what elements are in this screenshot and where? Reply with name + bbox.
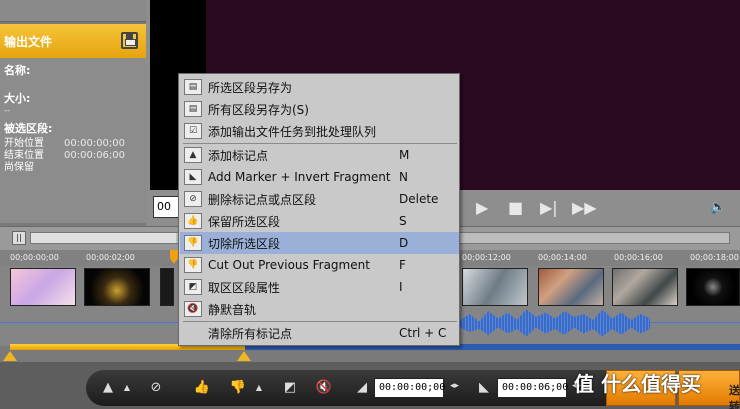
menu-item-delete-marker[interactable]: ⊘ 删除标记点或点区段 Delete <box>180 188 459 210</box>
properties-icon[interactable]: ◩ <box>278 377 302 399</box>
dropdown-arrow-icon[interactable]: ▲ <box>120 377 134 399</box>
clip-thumbnail <box>160 268 174 306</box>
save-all-icon: ▤ <box>184 101 202 117</box>
menu-item-label: 取区区段属性 <box>208 280 281 295</box>
clip-thumbnail <box>686 268 740 306</box>
context-menu: ▤ 所选区段另存为 ▤ 所有区段另存为(S) ☑ 添加输出文件任务到批处理队列 … <box>178 73 460 346</box>
menu-item-shortcut: F <box>399 258 406 272</box>
add-marker-icon[interactable]: ▲ <box>96 377 120 399</box>
menu-item-shortcut: D <box>399 236 409 250</box>
cut-previous-icon: 👎 <box>184 257 202 273</box>
size-value: -- <box>4 106 11 116</box>
menu-item-shortcut: M <box>399 148 410 162</box>
clip-thumbnail <box>462 268 528 306</box>
left-panel-top <box>0 0 146 22</box>
save-icon[interactable] <box>121 32 138 49</box>
menu-item-shortcut: I <box>399 280 403 294</box>
menu-item-batch-queue[interactable]: ☑ 添加输出文件任务到批处理队列 <box>180 120 459 142</box>
menu-item-properties[interactable]: ◩ 取区区段属性 I <box>180 276 459 298</box>
thumbs-down-icon[interactable]: 👎 <box>226 377 250 399</box>
next-marker-icon[interactable]: ▶▶ <box>572 198 597 217</box>
delete-marker-icon[interactable]: ⊘ <box>144 377 168 399</box>
start-marker[interactable] <box>3 351 17 361</box>
save-selection-icon: ▤ <box>184 79 202 95</box>
play-icon[interactable]: ▶ <box>476 198 488 217</box>
stop-icon[interactable]: ■ <box>508 198 523 217</box>
menu-item-shortcut: N <box>399 170 408 184</box>
menu-item-save-selection[interactable]: ▤ 所选区段另存为 <box>180 76 459 98</box>
scrollbar-thumb[interactable] <box>31 233 176 243</box>
next-frame-icon[interactable]: ▶| <box>540 198 558 217</box>
menu-item-label: 切除所选区段 <box>208 236 281 251</box>
ruler-tick: 00;00:02;00 <box>86 253 135 262</box>
ruler-tick: 00;00:14;00 <box>538 253 587 262</box>
menu-item-shortcut: S <box>399 214 407 228</box>
menu-item-cut-previous[interactable]: 👎 Cut Out Previous Fragment F <box>180 254 459 276</box>
end-label: 结束位置 <box>4 150 44 161</box>
volume-icon[interactable]: 🔈 <box>710 200 726 215</box>
end-time-field[interactable]: 00:00:06;00 <box>497 378 568 398</box>
go-end-icon[interactable]: ◣ <box>472 377 496 399</box>
menu-item-label: 添加输出文件任务到批处理队列 <box>208 124 377 139</box>
batch-queue-icon: ☑ <box>184 123 202 139</box>
start-time-field[interactable]: 00:00:00;00 <box>374 378 445 398</box>
menu-item-label: 清除所有标记点 <box>208 326 293 341</box>
thumbs-up-icon[interactable]: 👍 <box>190 377 214 399</box>
menu-item-label: 所有区段另存为(S) <box>208 102 309 117</box>
output-file-header: 输出文件 <box>0 24 146 58</box>
range-label: 被选区段: <box>4 122 53 135</box>
output-file-title: 输出文件 <box>4 34 53 49</box>
add-marker-icon: ▲ <box>184 147 202 163</box>
start-label: 开始位置 <box>4 138 44 149</box>
pause-icon[interactable]: || <box>12 231 26 245</box>
menu-item-label: 所选区段另存为 <box>208 80 293 95</box>
properties-icon: ◩ <box>184 279 202 295</box>
menu-item-shortcut: Delete <box>399 192 439 206</box>
clip-thumbnail <box>10 268 76 306</box>
menu-item-cut-selection[interactable]: 👎 切除所选区段 D <box>180 232 459 254</box>
size-label: 大小: <box>4 92 31 105</box>
ruler-tick: 00;00:12;00 <box>462 253 511 262</box>
ruler-tick: 00;00:18;00 <box>690 253 739 262</box>
menu-item-label: Cut Out Previous Fragment <box>208 258 370 272</box>
keep-label: 尚保留 <box>4 162 34 173</box>
end-marker[interactable] <box>237 351 251 361</box>
menu-item-label: 删除标记点或点区段 <box>208 192 317 207</box>
go-start-icon[interactable]: ◢ <box>350 377 374 399</box>
mute-icon: 🔇 <box>184 301 202 317</box>
menu-item-label: 保留所选区段 <box>208 214 281 229</box>
clip-thumbnail <box>84 268 150 306</box>
menu-item-keep-selection[interactable]: 👍 保留所选区段 S <box>180 210 459 232</box>
thumbs-down-icon: 👎 <box>184 235 202 251</box>
menu-item-label: 静默音轨 <box>208 302 257 317</box>
menu-item-add-marker[interactable]: ▲ 添加标记点 M <box>180 144 459 166</box>
ruler-tick: 00;00:16;00 <box>614 253 663 262</box>
end-value: 00:00:06;00 <box>64 150 126 161</box>
menu-item-invert-marker[interactable]: ◣ Add Marker + Invert Fragment N <box>180 166 459 188</box>
time-stepper-icon[interactable]: ◂▸ <box>450 381 462 395</box>
menu-item-clear-markers[interactable]: 清除所有标记点 Ctrl + C <box>180 322 459 344</box>
menu-item-shortcut: Ctrl + C <box>399 326 447 340</box>
watermark-text: 值 什么值得买 <box>574 372 701 396</box>
thumbs-up-icon: 👍 <box>184 213 202 229</box>
dropdown-arrow-icon[interactable]: ▲ <box>252 377 266 399</box>
clip-thumbnail <box>612 268 678 306</box>
mute-icon[interactable]: 🔇 <box>312 377 336 399</box>
menu-item-label: 添加标记点 <box>208 148 269 163</box>
menu-item-label: Add Marker + Invert Fragment <box>208 170 391 184</box>
clip-thumbnail <box>538 268 604 306</box>
delete-marker-icon: ⊘ <box>184 191 202 207</box>
output-info-panel: 名称: 大小: -- 被选区段: 开始位置 00:00:00;00 结束位置 00:… <box>0 58 146 223</box>
ruler-tick: 00;00:00;00 <box>10 253 59 262</box>
start-value: 00:00:00;00 <box>64 138 126 149</box>
menu-item-mute[interactable]: 🔇 静默音轨 <box>180 298 459 320</box>
name-label: 名称: <box>4 64 31 77</box>
invert-marker-icon: ◣ <box>184 169 202 185</box>
menu-item-save-all[interactable]: ▤ 所有区段另存为(S) <box>180 98 459 120</box>
